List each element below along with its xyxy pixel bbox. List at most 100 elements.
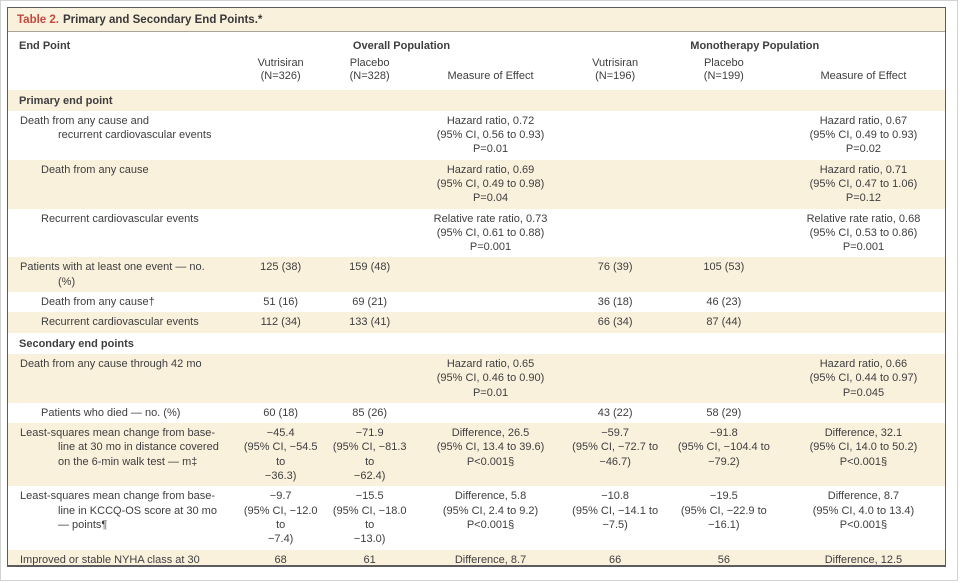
row-label-cell: Patients with at least one event — no. (…	[8, 257, 239, 293]
group-header-row: End Point Overall Population Monotherapy…	[8, 32, 945, 55]
table-cell: 105 (53)	[665, 257, 782, 293]
table-cell	[417, 292, 565, 312]
table-cell: 60 (18)	[263, 406, 299, 419]
table-cell	[782, 403, 945, 423]
table-cell	[665, 353, 782, 403]
table-cell: Difference, 26.5 (95% CI, 13.4 to 39.6) …	[416, 423, 565, 487]
table-cell: 66 (34)	[564, 312, 666, 333]
table-cell: −71.9 (95% CI, −81.3 to −62.4)	[322, 423, 417, 487]
row-label-cell: Least-squares mean change from base- lin…	[8, 423, 239, 487]
table-cell: Relative rate ratio, 0.68 (95% CI, 0.53 …	[806, 212, 921, 254]
table-cell: Difference, 8.7 (95% CI, 4.0 to 13.4) P<…	[812, 490, 915, 531]
col-header-mono-placebo: Placebo (N=199)	[703, 56, 744, 83]
row-label-cell: Death from any cause through 42 mo	[8, 353, 239, 403]
page: Table 2. Primary and Secondary End Points…	[0, 0, 958, 581]
table-cell: Difference, 5.8 (95% CI, 2.4 to 9.2) P<0…	[442, 490, 539, 531]
table-row: Patients with at least one event — no. (…	[8, 257, 945, 293]
table-cell: Hazard ratio, 0.69 (95% CI, 0.49 to 0.98…	[416, 159, 565, 209]
table-cell: 133 (41)	[322, 312, 417, 333]
row-label-cell: Least-squares mean change from base- lin…	[8, 486, 239, 549]
table-cell: 66	[564, 549, 666, 565]
table-cell	[323, 111, 417, 160]
table-row: Least-squares mean change from base- lin…	[8, 423, 945, 487]
table-cell: 125 (38)	[238, 257, 323, 293]
row-label-cell: Recurrent cardiovascular events	[8, 209, 239, 258]
table-cell	[239, 209, 323, 258]
table-cell	[666, 209, 782, 258]
row-label: Least-squares mean change from base- lin…	[20, 490, 217, 531]
row-label: Death from any cause and recurrent cardi…	[20, 114, 212, 142]
col-header-overall-vutrisiran: Vutrisiran (N=326)	[257, 56, 304, 83]
table-cell: −10.8 (95% CI, −14.1 to −7.5)	[572, 490, 659, 531]
table-row: Death from any cause through 42 mo Hazard…	[8, 353, 945, 403]
table-cell	[782, 292, 945, 312]
row-label: Death from any cause through 42 mo	[20, 357, 202, 370]
table-row: Death from any cause and recurrent cardi…	[8, 111, 945, 160]
col-header-overall-measure: Measure of Effect	[447, 70, 534, 82]
table-cell	[781, 257, 945, 293]
col-header-endpoint: End Point	[19, 40, 71, 52]
row-label: Recurrent cardiovascular events	[41, 212, 199, 225]
table-cell	[323, 209, 417, 258]
table-cell: Difference, 32.1 (95% CI, 14.0 to 50.2) …	[781, 423, 945, 487]
table-cell: 159 (48)	[322, 257, 417, 293]
section-label: Primary end point	[8, 89, 945, 111]
col-group-overall: Overall Population	[352, 40, 451, 52]
row-label-cell: Improved or stable NYHA class at 30 mo —…	[8, 549, 239, 566]
row-label: Patients who died — no. (%)	[41, 406, 181, 419]
endpoints-table: End Point Overall Population Monotherapy…	[8, 32, 945, 566]
table-title-text: Primary and Secondary End Points.*	[62, 14, 263, 26]
table-cell: −9.7 (95% CI, −12.0 to −7.4)	[243, 490, 318, 546]
row-label: Least-squares mean change from base- lin…	[20, 427, 219, 468]
col-header-mono-vutrisiran: Vutrisiran (N=196)	[592, 56, 639, 83]
table-cell	[238, 159, 323, 209]
table-cell: Hazard ratio, 0.67 (95% CI, 0.49 to 0.93…	[809, 114, 918, 156]
table-row: Least-squares mean change from base- lin…	[8, 486, 945, 549]
row-label: Patients with at least one event — no. (…	[20, 261, 205, 288]
row-label-cell: Patients who died — no. (%)	[8, 403, 239, 423]
table-row: Improved or stable NYHA class at 30 mo —…	[8, 549, 945, 566]
row-label: Improved or stable NYHA class at 30 mo —…	[20, 553, 200, 566]
table-cell: 69 (21)	[352, 296, 388, 309]
table-cell	[238, 353, 323, 403]
col-header-mono-measure: Measure of Effect	[820, 70, 907, 82]
table-body: Primary end point Death from any cause an…	[8, 89, 945, 566]
table-cell	[564, 353, 666, 403]
col-header-overall-placebo: Placebo (N=328)	[349, 56, 390, 83]
table-cell	[239, 111, 323, 160]
table-row: Death from any cause Hazard ratio, 0.69 (…	[8, 159, 945, 209]
section-row: Primary end point	[8, 89, 945, 111]
table-row: Death from any cause† 51 (16) 69 (21) 36 (1…	[8, 292, 945, 312]
table-number-label: Table 2.	[17, 14, 59, 26]
table-cell: Difference, 12.5 (95% CI, 2.7 to 22.2) P…	[781, 549, 945, 565]
table-cell: −59.7 (95% CI, −72.7 to −46.7)	[564, 423, 666, 487]
table-cell: −91.8 (95% CI, −104.4 to −79.2)	[665, 423, 782, 487]
table-cell: Difference, 8.7 (95% CI, 1.3 to 16.1) P=…	[416, 549, 565, 565]
row-label: Recurrent cardiovascular events	[41, 316, 199, 329]
table-cell: 36 (18)	[597, 296, 633, 309]
table-cell: 46 (23)	[706, 296, 742, 309]
table-cell: 61	[322, 549, 417, 565]
table-cell: 68	[238, 549, 323, 565]
table-cell	[665, 159, 782, 209]
row-label-cell: Recurrent cardiovascular events	[8, 312, 239, 333]
table-cell	[416, 312, 565, 333]
table-row: Recurrent cardiovascular events Relative …	[8, 209, 945, 258]
section-row: Secondary end points	[8, 333, 945, 354]
table-cell: Relative rate ratio, 0.73 (95% CI, 0.61 …	[433, 212, 548, 254]
table-cell: 87 (44)	[665, 312, 782, 333]
table-row: Recurrent cardiovascular events 112 (34) 1…	[8, 312, 945, 333]
row-label-cell: Death from any cause	[8, 159, 239, 209]
table-cell: 58 (29)	[706, 406, 742, 419]
table-cell	[322, 353, 417, 403]
table2-frame: Table 2. Primary and Secondary End Points…	[7, 7, 946, 567]
table-cell	[416, 257, 565, 293]
table-header: End Point Overall Population Monotherapy…	[8, 32, 945, 90]
table-cell	[564, 159, 666, 209]
table-cell: −15.5 (95% CI, −18.0 to −13.0)	[332, 490, 407, 546]
table-cell: Hazard ratio, 0.71 (95% CI, 0.47 to 1.06…	[781, 159, 945, 209]
table-cell: 56	[665, 549, 782, 565]
table-cell	[565, 111, 666, 160]
row-label: Death from any cause	[41, 163, 149, 176]
table-cell	[417, 403, 565, 423]
